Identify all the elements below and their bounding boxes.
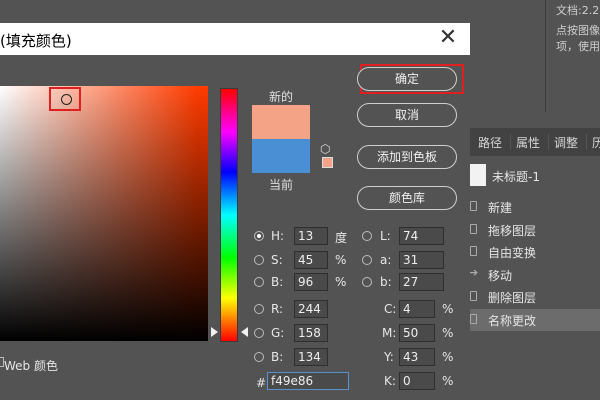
lab-l-input[interactable]: 74 [399, 227, 444, 245]
history-item-rename[interactable]: 名称更改 [470, 309, 600, 331]
picker-circle-icon[interactable] [61, 94, 72, 105]
panel-tabs: 路径 属性 调整 历 [470, 128, 600, 156]
history-snapshot[interactable]: 未标题-1 [470, 160, 600, 192]
hue-radio[interactable] [254, 231, 264, 241]
tab-history[interactable]: 历 [592, 134, 600, 151]
cancel-button[interactable]: 取消 [357, 103, 457, 127]
hex-input[interactable]: f49e86 [267, 372, 349, 390]
tab-paths[interactable]: 路径 [478, 134, 502, 151]
hue-input[interactable]: 13 [294, 227, 328, 245]
saturation-radio[interactable] [254, 255, 264, 265]
tab-properties[interactable]: 属性 [516, 134, 540, 151]
percent-unit: % [335, 253, 347, 267]
move-arrow-icon: ➔ [469, 266, 479, 279]
dialog-titlebar: (填充颜色) ✕ [0, 23, 470, 55]
percent-unit: % [335, 275, 347, 289]
current-color-label: 当前 [268, 178, 293, 192]
yellow-input[interactable]: 43 [399, 348, 435, 366]
history-state-icon [470, 291, 477, 301]
blue-radio[interactable] [254, 352, 264, 362]
cyan-label: C: [384, 302, 397, 316]
history-item-label: 新建 [488, 201, 513, 215]
lab-a-label: a: [380, 253, 392, 267]
current-color-swatch[interactable] [252, 139, 310, 173]
document-info-area: 文档:2.2 点按图像 项，使用 [545, 0, 600, 112]
magenta-input[interactable]: 50 [399, 324, 435, 342]
history-item-free-transform[interactable]: 自由变换 [470, 241, 600, 263]
lab-b-label: b: [380, 275, 392, 289]
cyan-input[interactable]: 4 [399, 300, 435, 318]
history-state-icon [470, 224, 477, 234]
new-color-swatch [252, 105, 310, 139]
green-radio[interactable] [254, 328, 264, 338]
brightness-label: B: [271, 275, 284, 289]
history-item-delete-layer[interactable]: 删除图层 [470, 286, 600, 308]
green-label: G: [271, 326, 285, 340]
brightness-radio[interactable] [254, 277, 264, 287]
history-item-move[interactable]: ➔ 移动 [469, 264, 600, 286]
new-color-label: 新的 [268, 90, 293, 104]
web-colors-label: Web 颜色 [4, 359, 58, 373]
green-input[interactable]: 158 [294, 324, 328, 342]
history-item-drag-layer[interactable]: 拖移图层 [470, 219, 600, 241]
brightness-input[interactable]: 96 [294, 273, 328, 291]
lab-l-radio[interactable] [362, 231, 372, 241]
red-input[interactable]: 244 [294, 300, 328, 318]
history-state-icon [470, 246, 477, 256]
percent-unit: % [442, 374, 454, 388]
hex-label: # [256, 376, 267, 390]
percent-unit: % [442, 302, 454, 316]
history-state-icon [470, 201, 477, 211]
blue-input[interactable]: 134 [294, 348, 328, 366]
lab-l-label: L: [380, 229, 391, 243]
history-item-label: 删除图层 [488, 291, 537, 305]
color-field[interactable] [0, 86, 208, 341]
history-item-label: 自由变换 [488, 246, 537, 260]
lab-b-radio[interactable] [362, 277, 372, 287]
black-label: K: [384, 374, 396, 388]
hue-slider[interactable] [220, 88, 238, 342]
red-label: R: [271, 302, 284, 316]
history-item-label: 名称更改 [488, 314, 537, 328]
percent-unit: % [442, 326, 454, 340]
history-item-new[interactable]: 新建 [470, 196, 600, 218]
dialog-title: (填充颜色) [0, 32, 72, 50]
saturation-input[interactable]: 45 [294, 251, 328, 269]
snapshot-label: 未标题-1 [492, 170, 540, 184]
color-field-selection-highlight [49, 87, 81, 111]
hue-slider-right-handle-icon[interactable] [241, 327, 248, 337]
snapshot-thumbnail [470, 164, 486, 186]
add-to-swatches-button[interactable]: 添加到色板 [357, 145, 457, 169]
hint-text-2: 项，使用 [556, 40, 600, 53]
black-input[interactable]: 0 [399, 372, 435, 390]
history-state-icon [470, 314, 477, 324]
color-libraries-button[interactable]: 颜色库 [357, 186, 457, 210]
gamut-swatch[interactable] [322, 157, 333, 168]
magenta-label: M: [382, 326, 397, 340]
lab-a-input[interactable]: 31 [399, 251, 444, 269]
red-radio[interactable] [254, 304, 264, 314]
hint-text-1: 点按图像 [556, 24, 600, 37]
saturation-label: S: [271, 253, 283, 267]
history-item-label: 拖移图层 [488, 224, 537, 238]
yellow-label: Y: [384, 350, 394, 364]
cube-icon: ⬡ [320, 142, 331, 156]
degree-unit: 度 [335, 231, 348, 245]
percent-unit: % [442, 350, 454, 364]
tab-adjustments[interactable]: 调整 [554, 134, 578, 151]
ok-button[interactable]: 确定 [357, 67, 457, 91]
history-item-label: 移动 [488, 269, 513, 283]
hue-slider-left-handle-icon[interactable] [211, 327, 218, 337]
blue-label: B: [271, 350, 284, 364]
lab-b-input[interactable]: 27 [399, 273, 444, 291]
close-icon[interactable]: ✕ [436, 26, 460, 50]
doc-size-text: 文档:2.2 [556, 4, 600, 17]
lab-a-radio[interactable] [362, 255, 372, 265]
hue-label: H: [271, 229, 285, 243]
